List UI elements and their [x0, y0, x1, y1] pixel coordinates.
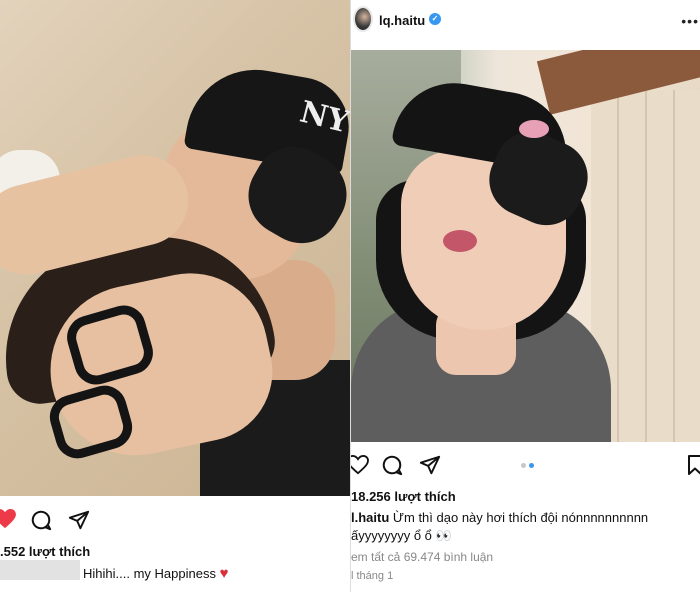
- post-photo[interactable]: NY: [0, 0, 350, 496]
- timestamp: l tháng 1: [351, 570, 394, 582]
- comment-icon[interactable]: [30, 509, 52, 531]
- more-options-icon[interactable]: •••: [681, 13, 699, 29]
- action-bar: [0, 507, 350, 535]
- likes-count[interactable]: 18.256 lượt thích: [351, 489, 456, 504]
- carousel-dot: [521, 463, 526, 468]
- eyes-emoji: 👀: [435, 528, 452, 543]
- left-post: NY .552 lượt thích Hihihi.... my Happine…: [0, 0, 350, 592]
- username-redacted: [0, 560, 80, 580]
- share-icon[interactable]: [68, 509, 90, 531]
- heart-outline-icon[interactable]: [350, 455, 369, 475]
- post-caption: l.haitu Ừm thì dạo này hơi thích đội nón…: [351, 510, 648, 525]
- caption-text: Ừm thì dạo này hơi thích đội nónnnnnnnnn…: [392, 510, 649, 525]
- comment-icon[interactable]: [381, 454, 403, 476]
- heart-filled-icon[interactable]: [0, 509, 16, 529]
- heart-emoji: ♥: [219, 565, 229, 582]
- carousel-dot-active: [529, 463, 534, 468]
- username[interactable]: lq.haitu: [379, 13, 425, 28]
- post-caption: Hihihi.... my Happiness ♥: [83, 565, 228, 582]
- avatar[interactable]: [353, 6, 373, 32]
- caption-username[interactable]: l.haitu: [351, 510, 389, 525]
- post-caption-line2: ấyyyyyyyy ổ ổ 👀: [351, 528, 452, 544]
- caption-text-line2: ấyyyyyyyy ổ ổ: [351, 528, 432, 543]
- view-comments-link[interactable]: em tất cả 69.474 bình luận: [351, 550, 493, 564]
- bookmark-icon[interactable]: [687, 455, 700, 475]
- caption-text: Hihihi.... my Happiness: [83, 566, 216, 581]
- post-photo[interactable]: [351, 50, 700, 442]
- right-post: lq.haitu ✓ ••• 18.256 lượt thích l.haitu…: [350, 0, 700, 592]
- verified-badge-icon: ✓: [429, 13, 441, 25]
- likes-count[interactable]: .552 lượt thích: [0, 544, 90, 559]
- carousel-indicator: [521, 463, 541, 469]
- post-header: lq.haitu ✓ •••: [351, 0, 700, 44]
- share-icon[interactable]: [419, 454, 441, 476]
